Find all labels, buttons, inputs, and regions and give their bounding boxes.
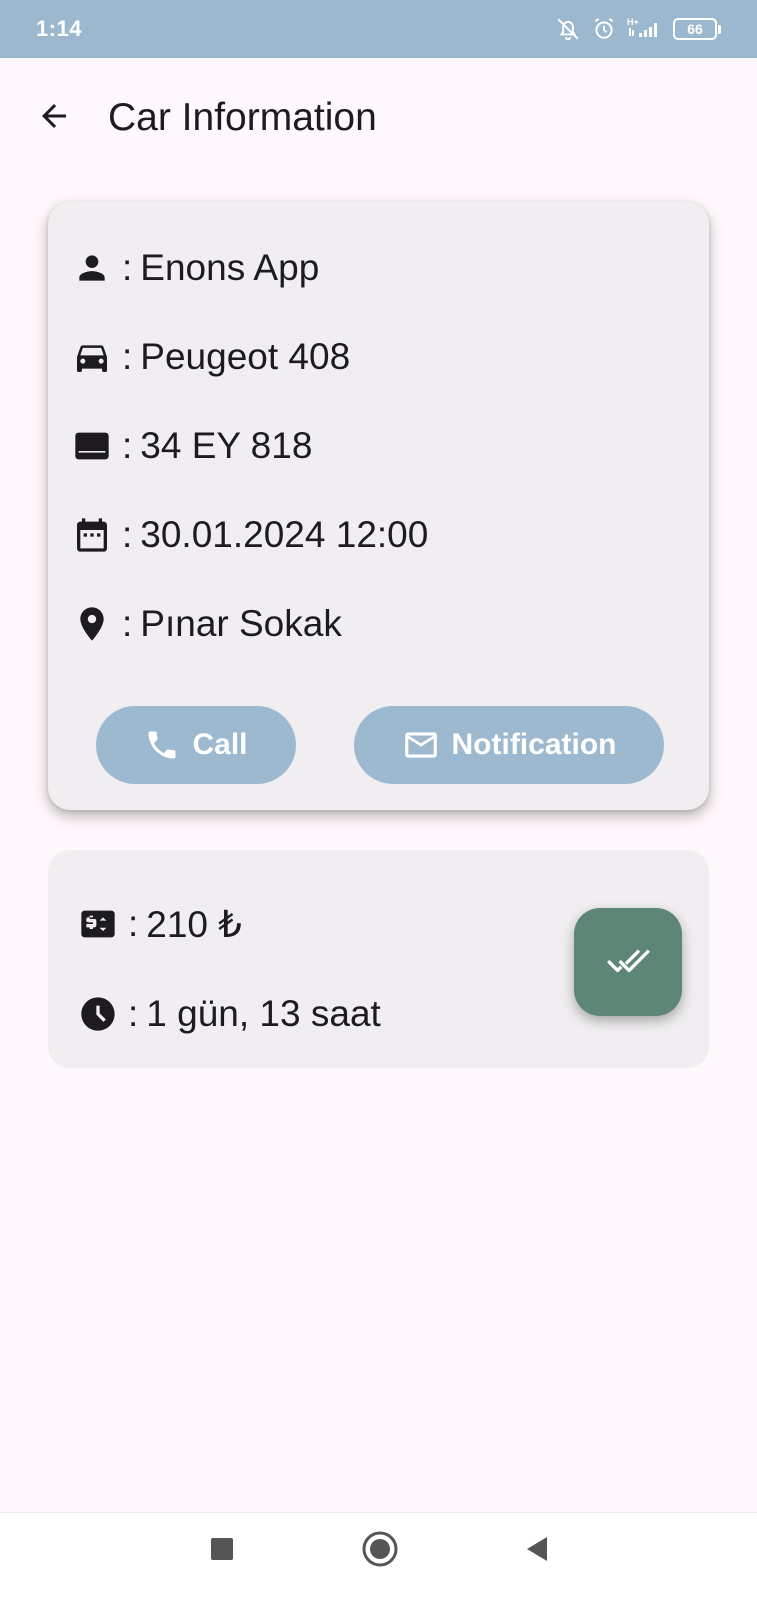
home-button[interactable] (360, 1531, 400, 1571)
location-separator: : (122, 603, 133, 644)
back-button[interactable] (34, 98, 74, 138)
duration-value: 1 gün, 13 saat (146, 993, 381, 1034)
system-nav-bar (0, 1512, 757, 1600)
arrow-back-icon (36, 98, 72, 139)
signal-icon: H+ (627, 16, 663, 42)
notification-button-label: Notification (451, 728, 617, 761)
plate-row: : 34 EY 818 (72, 422, 312, 470)
clock-icon (78, 994, 118, 1034)
confirm-fab-button[interactable] (574, 908, 682, 1016)
home-circle-icon (361, 1530, 399, 1573)
location-row: : Pınar Sokak (72, 600, 342, 648)
alarm-icon (591, 16, 617, 42)
owner-row: : Enons App (72, 244, 319, 292)
double-check-icon (603, 935, 653, 990)
call-button[interactable]: Call (96, 706, 296, 784)
back-triangle-icon (523, 1535, 549, 1568)
duration-row: : 1 gün, 13 saat (78, 990, 381, 1038)
car-model-separator: : (122, 336, 133, 377)
mute-icon (555, 16, 581, 42)
car-model-row: : Peugeot 408 (72, 333, 350, 381)
price-tag-icon (78, 904, 118, 944)
notification-button[interactable]: Notification (354, 706, 664, 784)
location-pin-icon (72, 604, 112, 644)
recents-button[interactable] (204, 1533, 240, 1569)
duration-separator: : (128, 993, 139, 1034)
date-row: : 30.01.2024 12:00 (72, 511, 428, 559)
price-separator: : (128, 903, 139, 944)
price-row: : 210 ₺ (78, 900, 242, 948)
status-bar: 1:14 H+ 66 (0, 0, 757, 58)
plate-value: 34 EY 818 (140, 425, 313, 466)
price-value: 210 ₺ (146, 903, 242, 945)
back-nav-button[interactable] (518, 1533, 554, 1569)
status-time: 1:14 (36, 16, 83, 41)
page-title: Car Information (108, 96, 377, 139)
person-icon (72, 248, 112, 288)
status-icons: H+ 66 (555, 16, 721, 42)
license-plate-icon (72, 426, 112, 466)
date-separator: : (122, 514, 133, 555)
svg-text:H+: H+ (627, 17, 639, 27)
battery-level: 66 (673, 18, 717, 40)
date-value: 30.01.2024 12:00 (140, 514, 429, 555)
location-value: Pınar Sokak (140, 603, 342, 644)
plate-separator: : (122, 425, 133, 466)
mail-icon (402, 726, 440, 764)
owner-separator: : (122, 247, 133, 288)
car-icon (72, 337, 112, 377)
car-model-value: Peugeot 408 (140, 336, 351, 377)
owner-value: Enons App (140, 247, 320, 288)
call-button-label: Call (192, 728, 248, 761)
app-bar: Car Information (0, 58, 757, 182)
phone-icon (144, 727, 180, 763)
battery-icon: 66 (673, 18, 721, 40)
calendar-icon (72, 515, 112, 555)
recents-square-icon (209, 1536, 235, 1567)
car-info-card: : Enons App : Peugeot 408 : 34 EY 818 : … (48, 202, 709, 810)
